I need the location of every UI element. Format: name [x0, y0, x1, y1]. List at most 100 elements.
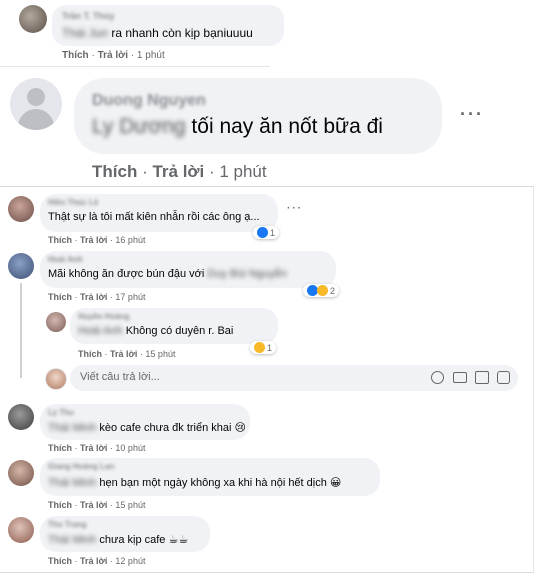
- like-button[interactable]: Thích: [48, 443, 72, 453]
- comment-actions: Thích · Trả lời · 12 phút: [48, 556, 146, 566]
- sad-reaction-icon: [254, 342, 265, 353]
- comment-text: Hoài Anh Không có duyên r. Bai: [78, 325, 233, 337]
- mention-link[interactable]: Thái Minh: [48, 477, 96, 489]
- comment-bubble: Trần T. Thủy Thái Jun ra nhanh còn kịp b…: [52, 5, 284, 46]
- avatar-head-shape: [27, 88, 45, 106]
- comment-body: chưa kịp cafe ☕☕: [96, 534, 189, 546]
- like-button[interactable]: Thích: [48, 556, 72, 566]
- like-button[interactable]: Thích: [62, 50, 89, 61]
- comment-body: hẹn bạn một ngày không xa khi hà nội hết…: [96, 477, 342, 489]
- timestamp[interactable]: 17 phút: [115, 292, 145, 302]
- avatar[interactable]: [8, 253, 34, 279]
- timestamp[interactable]: 10 phút: [115, 443, 145, 453]
- camera-icon[interactable]: [453, 372, 467, 383]
- comment-text: Thái Minh chưa kịp cafe ☕☕: [48, 533, 188, 546]
- reply-button[interactable]: Trả lời: [152, 162, 204, 181]
- avatar[interactable]: [8, 404, 34, 430]
- comment-text: Thái Minh hẹn bạn một ngày không xa khi …: [48, 476, 341, 489]
- avatar-placeholder[interactable]: [10, 78, 62, 130]
- mention-link[interactable]: Thái Jun: [62, 26, 108, 40]
- avatar[interactable]: [46, 312, 66, 332]
- comment-text: Mãi không ăn được bún đậu với Duy Bùi Ng…: [48, 268, 287, 280]
- reaction-badge[interactable]: 2: [303, 284, 340, 297]
- mention-link[interactable]: Hoài Anh: [78, 325, 123, 337]
- reply-button[interactable]: Trả lời: [110, 349, 137, 359]
- reply-bubble: Huyền Hoàng Hoài Anh Không có duyên r. B…: [70, 308, 278, 344]
- comment-body: ra nhanh còn kịp bạniuuuu: [108, 26, 253, 40]
- reply-input-box[interactable]: Viết câu trả lời...: [70, 365, 518, 391]
- comment-actions: Thích · Trả lời · 15 phút: [48, 500, 146, 510]
- reply-input[interactable]: Viết câu trả lời...: [80, 371, 160, 383]
- like-button[interactable]: Thích: [92, 162, 137, 181]
- comment-bubble: Giang Hoàng Lan Thái Minh hẹn bạn một ng…: [40, 458, 380, 496]
- comment-body: Không có duyên r. Bai: [122, 325, 234, 337]
- commenter-name[interactable]: Hoài Anh: [48, 255, 83, 264]
- mention-link[interactable]: Duy Bùi Nguyễn: [207, 268, 287, 280]
- comment-actions: Thích · Trả lời · 16 phút: [48, 235, 146, 245]
- timestamp[interactable]: 15 phút: [115, 500, 145, 510]
- thread-line: [20, 283, 22, 378]
- comment-body: tối nay ăn nốt bữa đi: [185, 115, 383, 138]
- like-reaction-icon: [257, 227, 268, 238]
- commenter-name[interactable]: Giang Hoàng Lan: [48, 462, 114, 471]
- commenter-name[interactable]: Trần T. Thủy: [62, 11, 115, 21]
- comment-text: Thái Jun ra nhanh còn kịp bạniuuuu: [62, 26, 253, 40]
- timestamp[interactable]: 15 phút: [145, 349, 175, 359]
- mention-link[interactable]: Ly Dương: [92, 115, 186, 138]
- haha-reaction-icon: [317, 285, 328, 296]
- timestamp[interactable]: 16 phút: [115, 235, 145, 245]
- avatar[interactable]: [8, 517, 34, 543]
- current-user-avatar[interactable]: [45, 368, 67, 390]
- reply-button[interactable]: Trả lời: [98, 50, 128, 61]
- comment-bubble: Hoài Anh Mãi không ăn được bún đậu với D…: [40, 251, 336, 288]
- avatar[interactable]: [8, 196, 34, 222]
- reaction-count: 2: [330, 285, 336, 296]
- comment-body: kèo cafe chưa đk triển khai 😢: [96, 422, 246, 434]
- comment-bubble-large: Duong Nguyen Ly Dương tối nay ăn nốt bữa…: [74, 78, 442, 154]
- comment-text: Ly Dương tối nay ăn nốt bữa đi: [92, 115, 383, 139]
- timestamp[interactable]: 1 phút: [137, 50, 165, 61]
- more-options-icon[interactable]: ···: [460, 104, 484, 125]
- comment-actions: Thích · Trả lời · 17 phút: [48, 292, 146, 302]
- comment-text: Thái Minh kèo cafe chưa đk triển khai 😢: [48, 421, 246, 434]
- comment-bubble: Ly Thu Thái Minh kèo cafe chưa đk triển …: [40, 404, 250, 440]
- avatar-body-shape: [18, 109, 54, 130]
- comment-bubble: Thu Trang Thái Minh chưa kịp cafe ☕☕: [40, 516, 210, 552]
- more-options-icon[interactable]: ···: [287, 203, 303, 214]
- reaction-count: 1: [267, 342, 273, 353]
- mention-link[interactable]: Thái Minh: [48, 422, 96, 434]
- timestamp[interactable]: 1 phút: [219, 162, 266, 181]
- commenter-name[interactable]: Ly Thu: [48, 408, 74, 417]
- like-button[interactable]: Thích: [48, 235, 72, 245]
- avatar[interactable]: [19, 5, 47, 33]
- sticker-icon[interactable]: [497, 371, 510, 384]
- gif-icon[interactable]: [475, 371, 489, 384]
- mention-link[interactable]: Thái Minh: [48, 534, 96, 546]
- comment-body: Mãi không ăn được bún đậu với: [48, 268, 208, 280]
- reply-button[interactable]: Trả lời: [80, 556, 107, 566]
- commenter-name[interactable]: Duong Nguyen: [92, 92, 206, 110]
- reaction-count: 1: [270, 227, 276, 238]
- commenter-name[interactable]: Huyền Hoàng: [78, 312, 130, 321]
- comment-actions: Thích · Trả lời · 1 phút: [92, 162, 267, 181]
- reaction-badge[interactable]: 1: [253, 226, 280, 239]
- like-button[interactable]: Thích: [78, 349, 102, 359]
- reply-button[interactable]: Trả lời: [80, 500, 107, 510]
- like-button[interactable]: Thích: [48, 500, 72, 510]
- commenter-name[interactable]: Hiền Thúc Lê: [48, 198, 98, 207]
- like-button[interactable]: Thích: [48, 292, 72, 302]
- divider: [0, 66, 270, 67]
- comment-actions: Thích · Trả lời · 1 phút: [62, 50, 165, 61]
- avatar[interactable]: [8, 460, 34, 486]
- smiley-icon[interactable]: [431, 371, 444, 384]
- reaction-badge[interactable]: 1: [250, 341, 277, 354]
- timestamp[interactable]: 12 phút: [115, 556, 145, 566]
- reply-button[interactable]: Trả lời: [80, 443, 107, 453]
- comment-actions: Thích · Trả lời · 10 phút: [48, 443, 146, 453]
- comment-actions: Thích · Trả lời · 15 phút: [78, 349, 176, 359]
- reply-button[interactable]: Trả lời: [80, 292, 107, 302]
- comment-body: Thật sự là tôi mất kiên nhẫn rồi các ông…: [48, 211, 260, 223]
- comment-bubble: Hiền Thúc Lê Thật sự là tôi mất kiên nhẫ…: [40, 194, 278, 232]
- commenter-name[interactable]: Thu Trang: [48, 520, 87, 529]
- reply-button[interactable]: Trả lời: [80, 235, 107, 245]
